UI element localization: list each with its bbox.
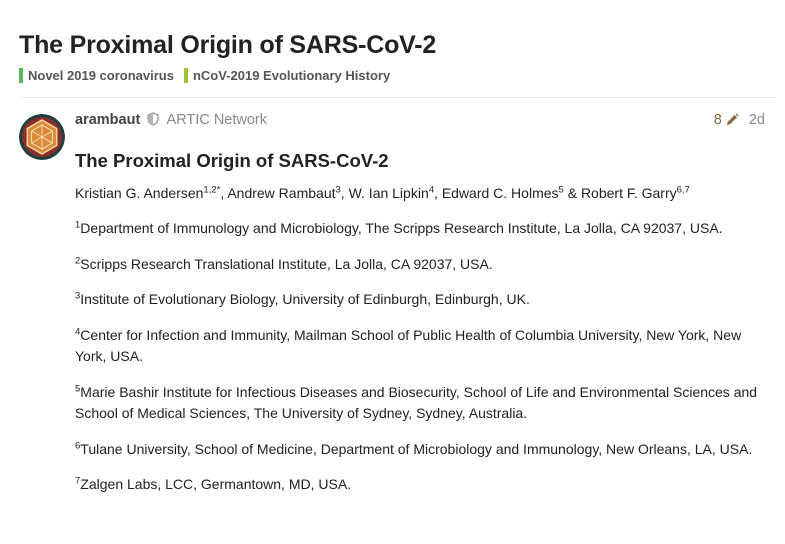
- category-color-bar: [19, 68, 23, 83]
- affiliation-item: 5Marie Bashir Institute for Infectious D…: [75, 382, 765, 425]
- post-age-link[interactable]: 2d: [749, 112, 765, 128]
- affiliation-item: 4Center for Infection and Immunity, Mail…: [75, 325, 765, 368]
- category-color-bar: [183, 68, 188, 83]
- author-separator: ,: [434, 184, 442, 201]
- author-name: Robert F. Garry: [580, 184, 677, 201]
- author-name: Andrew Rambaut: [227, 184, 336, 201]
- author-affiliation-marker: 1,2*: [203, 183, 221, 195]
- title-divider: [19, 97, 776, 98]
- author-separator: ,: [340, 184, 349, 201]
- category-list: Novel 2019 coronavirus nCoV-2019 Evoluti…: [19, 68, 390, 83]
- affiliation-text: Center for Infection and Immunity, Mailm…: [75, 326, 742, 365]
- post-header: arambaut ARTIC Network 8 2d: [75, 112, 765, 132]
- post-body: The Proximal Origin of SARS-CoV-2 Kristi…: [75, 150, 765, 510]
- affiliation-text: Zalgen Labs, LCC, Germantown, MD, USA.: [80, 476, 352, 492]
- author-list: Kristian G. Andersen1,2*, Andrew Rambaut…: [75, 183, 765, 205]
- author-name: W. Ian Lipkin: [348, 184, 429, 201]
- category-badge-novel-2019-coronavirus[interactable]: Novel 2019 coronavirus: [19, 68, 174, 83]
- pencil-icon: [726, 113, 739, 125]
- author-name: Edward C. Holmes: [441, 184, 559, 201]
- author-separator: &: [563, 184, 581, 201]
- author-affiliation-marker: 6,7: [676, 183, 690, 195]
- affiliation-item: 6Tulane University, School of Medicine, …: [75, 439, 765, 461]
- category-label: nCoV-2019 Evolutionary History: [192, 68, 391, 83]
- affiliation-text: Scripps Research Translational Institute…: [80, 255, 493, 272]
- category-badge-ncov-evolutionary-history[interactable]: nCoV-2019 Evolutionary History: [183, 68, 391, 83]
- username-link[interactable]: arambaut: [75, 112, 140, 128]
- affiliation-text: Department of Immunology and Microbiolog…: [80, 220, 723, 236]
- affiliation-item: 1Department of Immunology and Microbiolo…: [75, 218, 765, 240]
- edit-history-button[interactable]: 8: [714, 112, 739, 128]
- topic-page: The Proximal Origin of SARS-CoV-2 Novel …: [0, 0, 785, 544]
- affiliation-text: Marie Bashir Institute for Infectious Di…: [75, 383, 758, 422]
- author-name: Kristian G. Andersen: [75, 184, 204, 201]
- category-label: Novel 2019 coronavirus: [28, 68, 174, 83]
- user-avatar[interactable]: [19, 114, 65, 160]
- affiliation-item: 7Zalgen Labs, LCC, Germantown, MD, USA.: [75, 474, 765, 496]
- affiliation-item: 2Scripps Research Translational Institut…: [75, 254, 765, 276]
- affiliation-text: Tulane University, School of Medicine, D…: [80, 440, 753, 457]
- hexagon-avatar-icon: [19, 114, 65, 160]
- user-group-link[interactable]: ARTIC Network: [167, 112, 267, 128]
- affiliation-item: 3Institute of Evolutionary Biology, Univ…: [75, 289, 765, 311]
- affiliation-text: Institute of Evolutionary Biology, Unive…: [80, 291, 530, 307]
- post-heading: The Proximal Origin of SARS-CoV-2: [75, 150, 389, 171]
- topic-title[interactable]: The Proximal Origin of SARS-CoV-2: [19, 31, 436, 60]
- shield-icon: [147, 112, 159, 126]
- post-meta: 8 2d: [714, 112, 765, 128]
- affiliation-list: 1Department of Immunology and Microbiolo…: [75, 218, 765, 496]
- edit-count: 8: [713, 112, 722, 128]
